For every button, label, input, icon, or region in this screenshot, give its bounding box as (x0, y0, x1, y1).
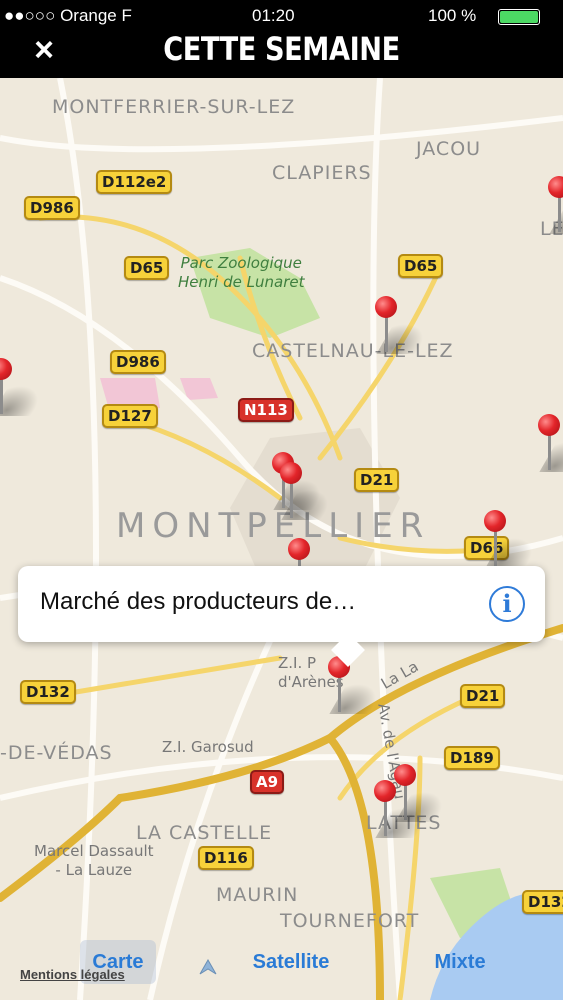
map-pin[interactable] (548, 176, 563, 236)
map-type-satellite[interactable]: Satellite (236, 940, 346, 984)
legal-link[interactable]: Mentions légales (20, 967, 125, 982)
road-d65-a: D65 (124, 256, 170, 280)
road-d132-b: D132 (522, 890, 563, 914)
callout-title[interactable]: Marché des producteurs de… (40, 588, 356, 616)
road-d127: D127 (102, 404, 158, 428)
road-d132: D132 (20, 680, 76, 704)
road-d21-b: D21 (460, 684, 506, 708)
location-arrow-icon[interactable] (198, 958, 218, 976)
poi-zoo: Parc Zoologique Henri de Lunaret (178, 254, 305, 291)
place-montpellier: Montpellier (116, 506, 431, 546)
road-d65-b: D65 (398, 254, 444, 278)
pin-callout[interactable]: Marché des producteurs de… i (18, 566, 545, 667)
road-d21-a: D21 (354, 468, 400, 492)
road-d189: D189 (444, 746, 500, 770)
poi-zi-garosud: Z.I. Garosud (162, 738, 254, 756)
place-clapiers: Clapiers (272, 162, 372, 184)
battery-icon (498, 9, 540, 25)
place-tournefort: Tournefort (280, 910, 420, 932)
map-type-mixte[interactable]: Mixte (420, 940, 500, 984)
page-title: CETTE SEMAINE (163, 30, 400, 68)
map-pin[interactable] (280, 462, 339, 522)
battery-percent: 100 % (428, 6, 477, 25)
map-pin[interactable] (484, 510, 543, 570)
map-pin[interactable] (375, 296, 434, 356)
road-d986-b: D986 (110, 350, 166, 374)
info-icon[interactable]: i (489, 586, 525, 622)
poi-dassault: Marcel Dassault - La Lauze (34, 842, 154, 879)
road-d112e2: D112e2 (96, 170, 173, 194)
place-vedas: -de-Védas (0, 742, 113, 764)
map-pin[interactable] (374, 780, 433, 840)
road-d986-a: D986 (24, 196, 80, 220)
road-n113: N113 (238, 398, 294, 422)
status-bar: ●●○○○ Orange F 01:20 100 % (0, 0, 563, 30)
place-maurin: Maurin (216, 884, 299, 906)
place-jacou: Jacou (416, 138, 482, 160)
place-castelnau: Castelnau-le-Lez (252, 340, 454, 362)
map-pin[interactable] (0, 358, 49, 418)
place-montferrier: Montferrier-sur-Lez (52, 96, 296, 118)
road-d116: D116 (198, 846, 254, 870)
map-pin[interactable] (538, 414, 563, 474)
clock: 01:20 (252, 6, 295, 25)
map-view[interactable]: Montferrier-sur-Lez Jacou Clapiers Le Ca… (0, 78, 563, 1000)
place-la-castelle: La Castelle (136, 822, 273, 844)
carrier-label: ●●○○○ Orange F (4, 6, 132, 25)
nav-bar: × CETTE SEMAINE (0, 22, 563, 78)
road-a9: A9 (250, 770, 285, 794)
